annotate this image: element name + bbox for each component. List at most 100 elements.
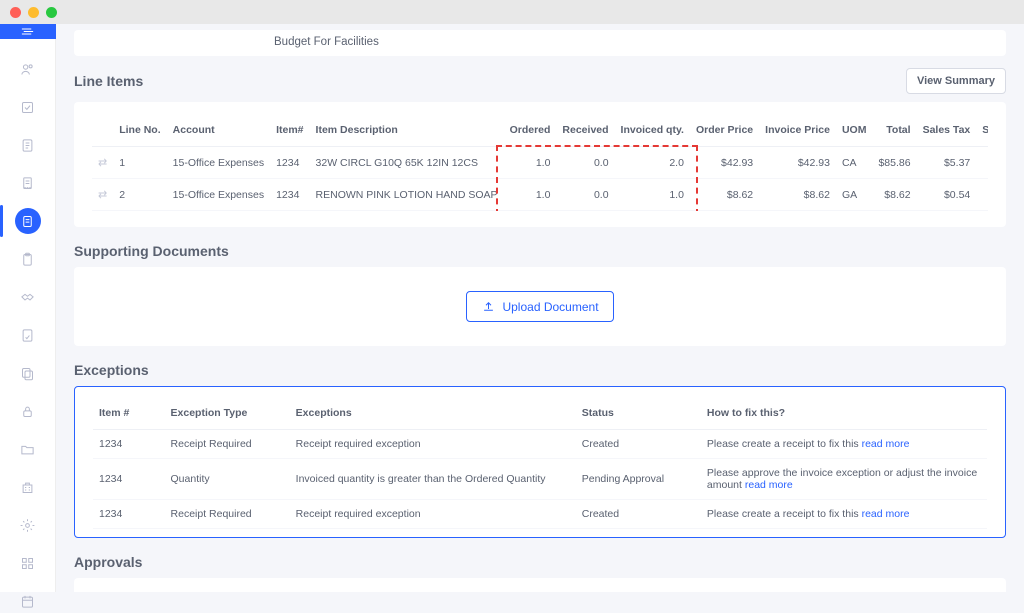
cell: Receipt required exception	[290, 430, 576, 459]
upload-document-button[interactable]: Upload Document	[466, 291, 613, 322]
cell: ⇄	[92, 179, 113, 211]
line-items-table: Line No.AccountItem#Item DescriptionOrde…	[92, 118, 988, 211]
line-items-card: Line No.AccountItem#Item DescriptionOrde…	[74, 102, 1006, 227]
cell: Please approve the invoice exception or …	[701, 459, 987, 500]
titlebar	[0, 0, 1024, 24]
approvals-card: John BarnesProject Manager⟶John BarnesPr…	[74, 578, 1006, 592]
nav-gear-icon[interactable]	[10, 513, 46, 537]
col-header: Invoice Price	[759, 118, 836, 147]
col-header: Ordered	[504, 118, 557, 147]
budget-label: Budget For Facilities	[274, 36, 379, 48]
col-header: Order Price	[690, 118, 759, 147]
cell: Please create a receipt to fix this read…	[701, 430, 987, 459]
table-row: 1234Receipt RequiredReceipt required exc…	[93, 430, 987, 459]
read-more-link[interactable]: read more	[745, 479, 793, 491]
nav-document-icon[interactable]	[10, 133, 46, 157]
cell: $8.62	[872, 179, 916, 211]
cell: Please create a receipt to fix this read…	[701, 500, 987, 529]
close-window-icon[interactable]	[10, 7, 21, 18]
cell: RENOWN PINK LOTION HAND SOAP	[310, 179, 504, 211]
table-row: ⇄ 215-Office Expenses1234RENOWN PINK LOTI…	[92, 179, 988, 211]
nav-receipt-icon[interactable]	[10, 171, 46, 195]
col-header: Invoiced qty.	[615, 118, 690, 147]
cell: $85.86	[872, 147, 916, 179]
cell: Pending Approval	[576, 459, 701, 500]
nav-folder-icon[interactable]	[10, 437, 46, 461]
nav-users-icon[interactable]	[10, 57, 46, 81]
top-truncated-section: Budget For Facilities	[74, 30, 1006, 56]
nav-clipboard-icon[interactable]	[10, 247, 46, 271]
read-more-link[interactable]: read more	[862, 438, 910, 450]
col-header: Received	[556, 118, 614, 147]
col-header: Item#	[270, 118, 309, 147]
cell: 32W CIRCL G10Q 65K 12IN 12CS	[310, 147, 504, 179]
col-header: Line No.	[113, 118, 166, 147]
maximize-window-icon[interactable]	[46, 7, 57, 18]
col-header: UOM	[836, 118, 873, 147]
cell: Created	[576, 500, 701, 529]
read-more-link[interactable]: read more	[862, 508, 910, 520]
col-header: How to fix this?	[701, 401, 987, 430]
supporting-docs-card: Upload Document	[74, 267, 1006, 346]
cell: 15-Office Expenses	[167, 147, 270, 179]
nav-handshake-icon[interactable]	[10, 285, 46, 309]
nav-checkbox-icon[interactable]	[10, 95, 46, 119]
cell: 0.0	[556, 147, 614, 179]
col-header: Item Description	[310, 118, 504, 147]
exceptions-table: Item #Exception TypeExceptionsStatusHow …	[93, 401, 987, 529]
cell: 1.0	[615, 179, 690, 211]
cell: 1234	[93, 500, 165, 529]
cell: $8.62	[690, 179, 759, 211]
cell: $0.54	[917, 179, 977, 211]
nav-file-check-icon[interactable]	[10, 323, 46, 347]
line-items-title: Line Items	[74, 73, 143, 89]
view-summary-button[interactable]: View Summary	[906, 68, 1006, 94]
cell: 2.0	[615, 147, 690, 179]
supporting-docs-title: Supporting Documents	[74, 243, 1006, 259]
col-header: Item #	[93, 401, 165, 430]
nav-invoice-icon[interactable]	[10, 209, 46, 233]
cell: CA	[836, 147, 873, 179]
main-content: Budget For Facilities Line Items View Su…	[56, 24, 1024, 592]
cell: $42.93	[759, 147, 836, 179]
nav-lock-icon[interactable]	[10, 399, 46, 423]
cell: $5.37	[917, 147, 977, 179]
app-logo[interactable]	[0, 24, 56, 39]
sidebar	[0, 24, 56, 592]
cell: 1.0	[504, 147, 557, 179]
table-row: 1234Receipt RequiredReceipt required exc…	[93, 500, 987, 529]
col-header: Status	[576, 401, 701, 430]
approvals-title: Approvals	[74, 554, 1006, 570]
nav-copy-icon[interactable]	[10, 361, 46, 385]
cell: 1234	[270, 179, 309, 211]
cell: 1234	[270, 147, 309, 179]
nav-apps-icon[interactable]	[10, 551, 46, 575]
nav-building-icon[interactable]	[10, 475, 46, 499]
col-header: Total	[872, 118, 916, 147]
cell: 1234	[93, 430, 165, 459]
share-icon[interactable]: ⇄	[98, 189, 107, 201]
table-row: ⇄115-Office Expenses123432W CIRCL G10Q 6…	[92, 147, 988, 179]
share-icon[interactable]: ⇄	[98, 157, 107, 169]
cell: Quantity	[165, 459, 290, 500]
col-header: Exception Type	[165, 401, 290, 430]
cell: Receipt required exception	[290, 500, 576, 529]
cell: Receipt Required	[165, 500, 290, 529]
col-header: Shipping	[976, 118, 988, 147]
cell: $42.93	[690, 147, 759, 179]
cell: 2	[113, 179, 166, 211]
cell: $0.00	[976, 147, 988, 179]
col-header: Account	[167, 118, 270, 147]
col-header: Exceptions	[290, 401, 576, 430]
cell: 15-Office Expenses	[167, 179, 270, 211]
cell: Invoiced quantity is greater than the Or…	[290, 459, 576, 500]
cell: ⇄	[92, 147, 113, 179]
cell: Receipt Required	[165, 430, 290, 459]
minimize-window-icon[interactable]	[28, 7, 39, 18]
cell: 1.0	[504, 179, 557, 211]
exceptions-title: Exceptions	[74, 362, 1006, 378]
cell: $0.00	[976, 179, 988, 211]
cell: 0.0	[556, 179, 614, 211]
nav-calendar-icon[interactable]	[10, 589, 46, 613]
table-row: 1234QuantityInvoiced quantity is greater…	[93, 459, 987, 500]
